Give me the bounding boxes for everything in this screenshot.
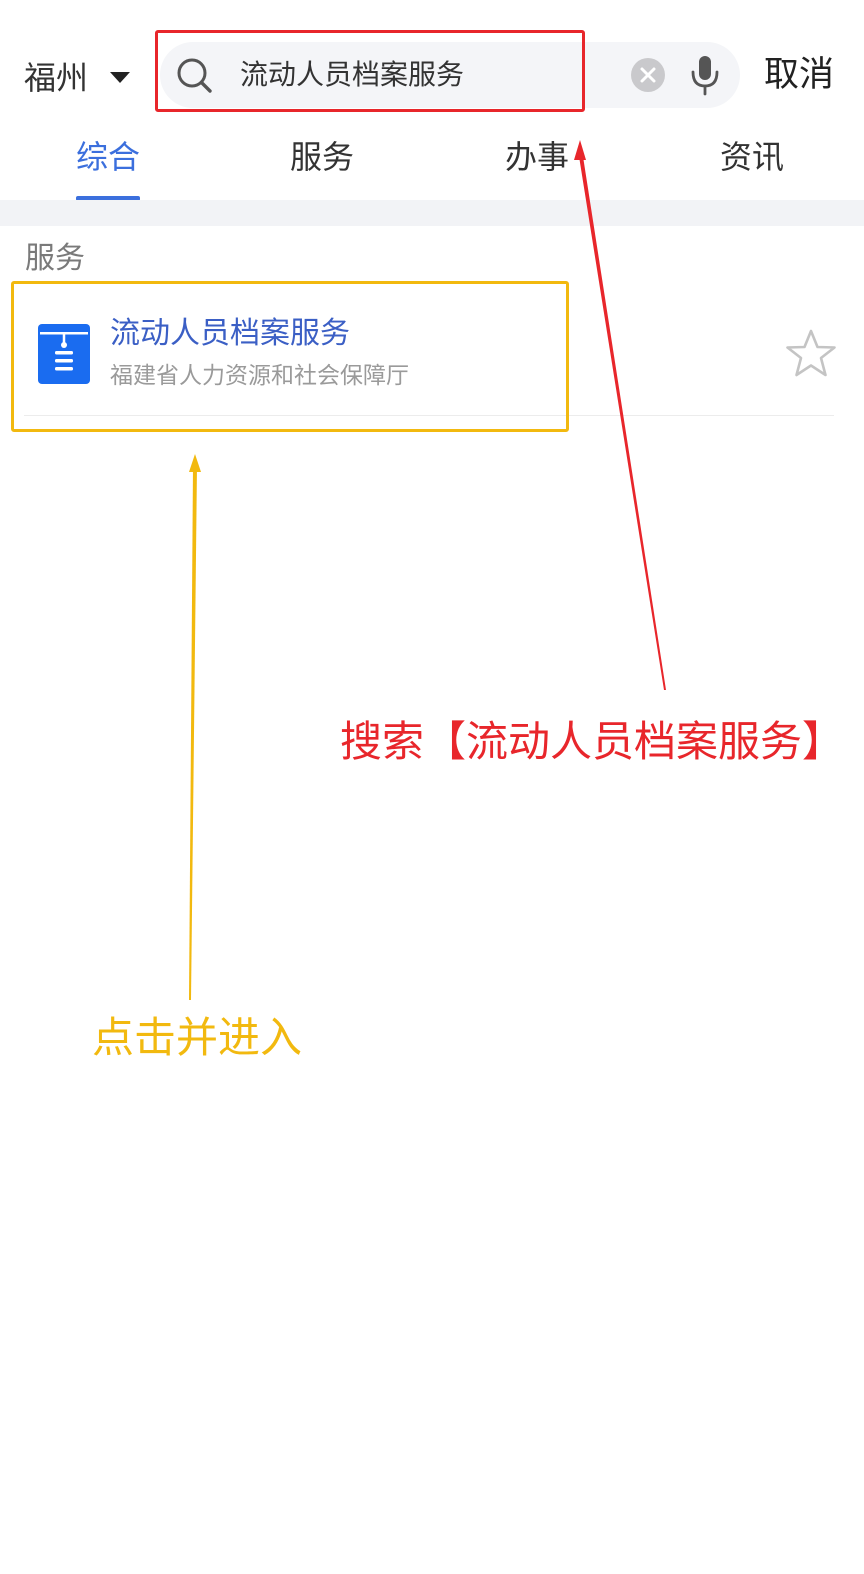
caret-down-icon (110, 71, 131, 83)
tab-news[interactable]: 资讯 (692, 130, 812, 200)
city-selector[interactable]: 福州 (24, 52, 131, 100)
result-highlight-box (11, 281, 569, 432)
cancel-button[interactable]: 取消 (764, 50, 834, 100)
annotation-arrows (189, 140, 666, 1000)
tab-affairs[interactable]: 办事 (477, 130, 597, 200)
microphone-icon[interactable] (688, 54, 722, 96)
section-title: 服务 (25, 241, 85, 276)
clear-icon[interactable] (630, 57, 666, 93)
city-label: 福州 (24, 59, 89, 97)
yellow-arrow-head (189, 454, 201, 472)
tab-all[interactable]: 综合 (48, 130, 168, 200)
click-hint-label: 点击并进入 (92, 1013, 303, 1062)
section-divider (0, 200, 864, 226)
red-arrow-shaft (578, 150, 666, 690)
search-highlight-box (155, 30, 585, 112)
tab-bar: 综合 服务 办事 资讯 (0, 130, 864, 200)
star-outline-icon[interactable] (784, 328, 838, 380)
yellow-arrow-shaft (189, 466, 197, 1000)
search-hint-label: 搜索【流动人员档案服务】 (340, 717, 845, 766)
tab-services[interactable]: 服务 (262, 130, 382, 200)
